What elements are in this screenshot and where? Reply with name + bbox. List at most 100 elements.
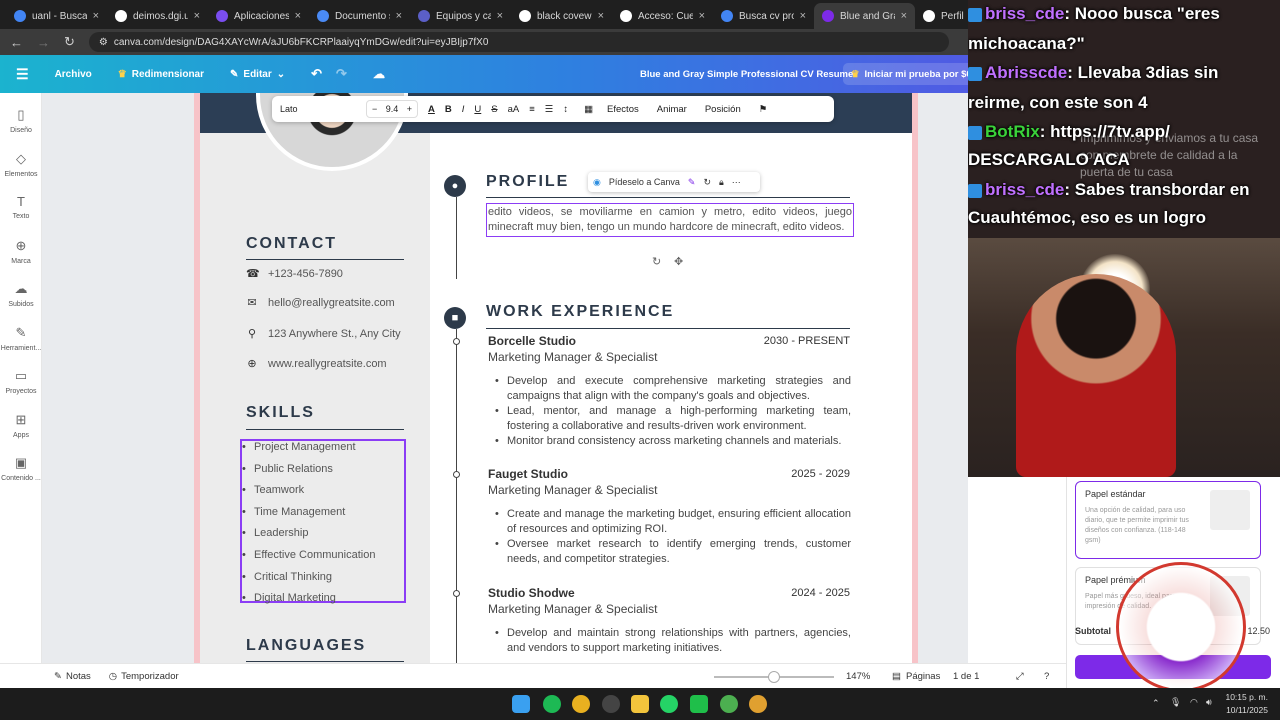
zoom-slider[interactable] (714, 671, 834, 683)
case-icon[interactable]: aA (508, 104, 520, 115)
languages-heading[interactable]: LANGUAGES (246, 637, 366, 655)
timer-icon[interactable]: ◷ (109, 671, 117, 682)
cloud-saved-icon[interactable]: ☁ (373, 67, 385, 81)
back-icon[interactable]: ← (10, 35, 23, 50)
move-handle-icon[interactable]: ✥ (674, 255, 683, 268)
sidebar-item[interactable]: ▣ Contenido ... (0, 455, 42, 482)
list-icon[interactable]: ☰ (545, 104, 554, 115)
page-count[interactable]: 1 de 1 (953, 671, 979, 682)
fullscreen-icon[interactable]: ⤢ (1016, 671, 1024, 682)
clock-date[interactable]: 10/11/2025 (1226, 705, 1268, 715)
sidebar-item[interactable]: ◇ Elementos (0, 151, 42, 178)
mic-icon[interactable]: 🎙︎ (1170, 697, 1181, 708)
windows-start-icon[interactable] (512, 695, 530, 713)
chevron-up-icon[interactable]: ⌃ (1152, 698, 1160, 709)
close-icon[interactable]: × (396, 10, 402, 22)
sidebar-item[interactable]: T Texto (0, 194, 42, 220)
browser-tab[interactable]: black covewmn × (511, 3, 612, 29)
browser-tab[interactable]: Equipos y canale × (410, 3, 511, 29)
transparency-icon[interactable]: ▦ (584, 104, 593, 115)
url-input[interactable]: ⚙ canva.com/design/DAG4XAYcWrA/aJU6bFKCR… (88, 32, 949, 52)
rotate-handle-icon[interactable]: ↻ (652, 255, 661, 268)
sidebar-item[interactable]: ▯ Diseño (0, 107, 42, 134)
chrome-alt-icon[interactable] (749, 695, 767, 713)
obs-icon[interactable] (602, 695, 620, 713)
align-icon[interactable]: ≡ (529, 104, 535, 115)
browser-tab[interactable]: Busca cv profe × (713, 3, 814, 29)
close-icon[interactable]: × (93, 10, 99, 22)
font-selector[interactable]: Lato (278, 99, 358, 119)
skills-heading[interactable]: SKILLS (246, 404, 315, 422)
chrome-profile-icon[interactable] (720, 695, 738, 713)
italic-icon[interactable]: I (462, 104, 465, 115)
trial-button[interactable]: ♛ Iniciar mi prueba por $0 (843, 63, 980, 85)
ask-canva-label[interactable]: Pídeselo a Canva (609, 177, 680, 187)
animate-button[interactable]: Animar (657, 104, 687, 115)
underline-icon[interactable]: U (474, 104, 481, 115)
pages-button[interactable]: Páginas (906, 671, 940, 682)
timer-button[interactable]: Temporizador (121, 671, 179, 682)
file-explorer-icon[interactable] (631, 695, 649, 713)
site-info-icon[interactable]: ⚙ (99, 37, 108, 48)
browser-tab[interactable]: uanl - Buscar con × (6, 3, 107, 29)
sidebar-item[interactable]: ✎ Herramient... (0, 325, 42, 352)
chrome-icon[interactable] (572, 695, 590, 713)
notes-icon[interactable]: ✎ (54, 671, 62, 682)
bold-icon[interactable]: B (445, 104, 452, 115)
pages-icon[interactable]: ▤ (892, 671, 901, 682)
profile-text-box[interactable]: edito videos, se moviliarme en camion y … (486, 203, 854, 237)
zoom-value[interactable]: 147% (846, 671, 870, 682)
browser-tab[interactable]: Documento sin tí × (309, 3, 410, 29)
clock-time[interactable]: 10:15 p. m. (1225, 692, 1268, 702)
sidebar-item[interactable]: ⊕ Marca (0, 238, 42, 265)
close-icon[interactable]: × (598, 10, 604, 22)
editar-menu[interactable]: ✎ Editar ⌄ (230, 69, 285, 80)
close-icon[interactable]: × (194, 10, 200, 22)
close-icon[interactable]: × (699, 10, 705, 22)
kick-icon[interactable] (690, 695, 708, 713)
browser-tab[interactable]: Acceso: Cuenta × (612, 3, 713, 29)
position-button[interactable]: Posición (705, 104, 741, 115)
font-size-value[interactable]: 9.4 (386, 104, 399, 114)
forward-icon[interactable]: → (37, 35, 50, 50)
resume-page[interactable]: CONTACT ☎ +123-456-7890 ✉ hello@reallygreat… (200, 93, 912, 663)
menu-icon[interactable]: ☰ (16, 66, 29, 83)
redimensionar-button[interactable]: ♛ Redimensionar (118, 69, 204, 80)
zoom-slider-handle[interactable] (768, 671, 780, 683)
paper-option[interactable]: Papel estándar Una opción de calidad, par… (1075, 481, 1261, 559)
effects-button[interactable]: Efectos (607, 104, 639, 115)
refresh-icon[interactable]: ↻ (703, 177, 711, 188)
browser-tab[interactable]: deimos.dgi.uanl × (107, 3, 208, 29)
canvas-workspace[interactable]: CONTACT ☎ +123-456-7890 ✉ hello@reallygreat… (42, 93, 968, 663)
spacing-icon[interactable]: ↕ (563, 104, 568, 115)
wifi-icon[interactable]: ◠ (1190, 697, 1198, 708)
font-size-stepper[interactable]: − 9.4 + (366, 100, 418, 118)
profile-heading[interactable]: PROFILE (486, 173, 569, 191)
notes-button[interactable]: Notas (66, 671, 91, 682)
undo-icon[interactable]: ↶ (311, 66, 322, 82)
help-icon[interactable]: ? (1044, 671, 1049, 682)
spotify-icon[interactable] (543, 695, 561, 713)
close-icon[interactable]: × (800, 10, 806, 22)
paint-format-icon[interactable]: ⚑ (759, 104, 768, 115)
close-icon[interactable]: × (295, 10, 301, 22)
ask-canva-popup[interactable]: ◉ Pídeselo a Canva ✎ ↻ 🔒︎ ⋯ (588, 172, 760, 192)
reload-icon[interactable]: ↻ (64, 34, 75, 50)
close-icon[interactable]: × (901, 10, 907, 22)
magic-edit-icon[interactable]: ✎ (688, 177, 696, 188)
sidebar-item[interactable]: ▭ Proyectos (0, 368, 42, 395)
minus-icon[interactable]: − (372, 104, 377, 114)
whatsapp-icon[interactable] (660, 695, 678, 713)
strikethrough-icon[interactable]: S (491, 104, 497, 115)
work-heading[interactable]: WORK EXPERIENCE (486, 303, 674, 321)
archivo-menu[interactable]: Archivo (55, 69, 92, 80)
close-icon[interactable]: × (497, 10, 503, 22)
browser-tab[interactable]: Aplicaciones | UA × (208, 3, 309, 29)
plus-icon[interactable]: + (407, 104, 412, 114)
document-title[interactable]: Blue and Gray Simple Professional CV Res… (640, 69, 853, 80)
contact-heading[interactable]: CONTACT (246, 235, 337, 253)
skills-selection-box[interactable]: Project Management Public Relations Teamwo… (240, 439, 406, 604)
sidebar-item[interactable]: ⊞ Apps (0, 412, 42, 439)
more-icon[interactable]: ⋯ (732, 177, 741, 188)
sidebar-item[interactable]: ☁ Subidos (0, 281, 42, 308)
